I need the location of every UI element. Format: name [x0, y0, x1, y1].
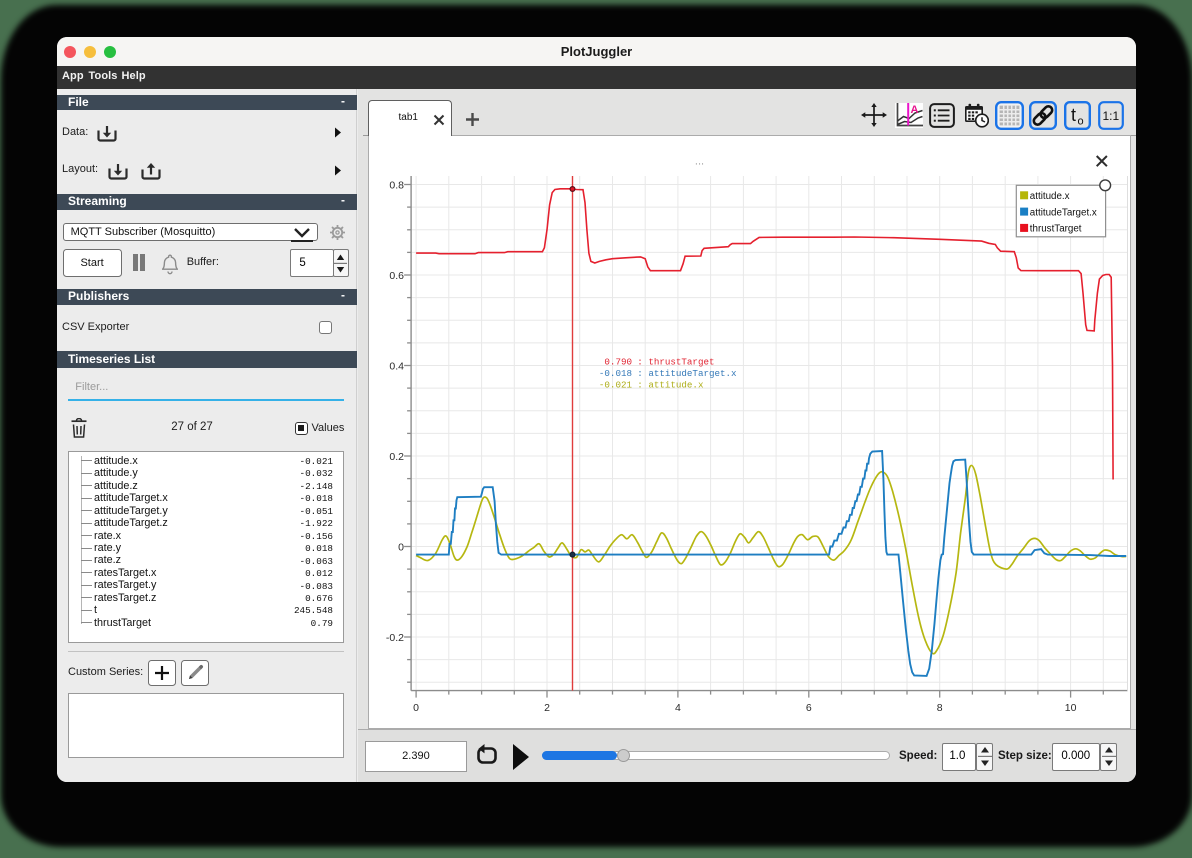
svg-text:: thrustTarget: : thrustTarget	[637, 356, 714, 367]
svg-text:-0.021: -0.021	[598, 380, 632, 391]
svg-text:0: 0	[413, 702, 419, 714]
svg-text:0.2: 0.2	[389, 451, 404, 463]
svg-text:0.4: 0.4	[389, 360, 404, 372]
svg-text:0: 0	[398, 541, 404, 553]
svg-text:0.790: 0.790	[604, 356, 632, 367]
svg-text:8: 8	[936, 702, 942, 714]
svg-text:o: o	[1078, 116, 1084, 128]
svg-text:6: 6	[805, 702, 811, 714]
svg-text:attitude.x: attitude.x	[1029, 191, 1069, 202]
svg-text:0.8: 0.8	[389, 179, 404, 191]
svg-text:2: 2	[544, 702, 550, 714]
svg-text:...: ...	[694, 156, 703, 168]
svg-text:10: 10	[1064, 702, 1076, 714]
svg-text:thrustTarget: thrustTarget	[1029, 224, 1081, 235]
svg-text:-0.018: -0.018	[598, 368, 631, 379]
svg-text:-0.2: -0.2	[385, 632, 403, 644]
svg-text:1:1: 1:1	[1103, 109, 1120, 123]
svg-text:4: 4	[674, 702, 680, 714]
svg-text:: attitude.x: : attitude.x	[637, 380, 704, 391]
svg-text:0.6: 0.6	[389, 270, 404, 282]
svg-text:: attitudeTarget.x: : attitudeTarget.x	[637, 368, 737, 379]
svg-text:t: t	[1071, 105, 1076, 125]
svg-text:A: A	[910, 104, 918, 116]
svg-text:attitudeTarget.x: attitudeTarget.x	[1029, 207, 1096, 218]
